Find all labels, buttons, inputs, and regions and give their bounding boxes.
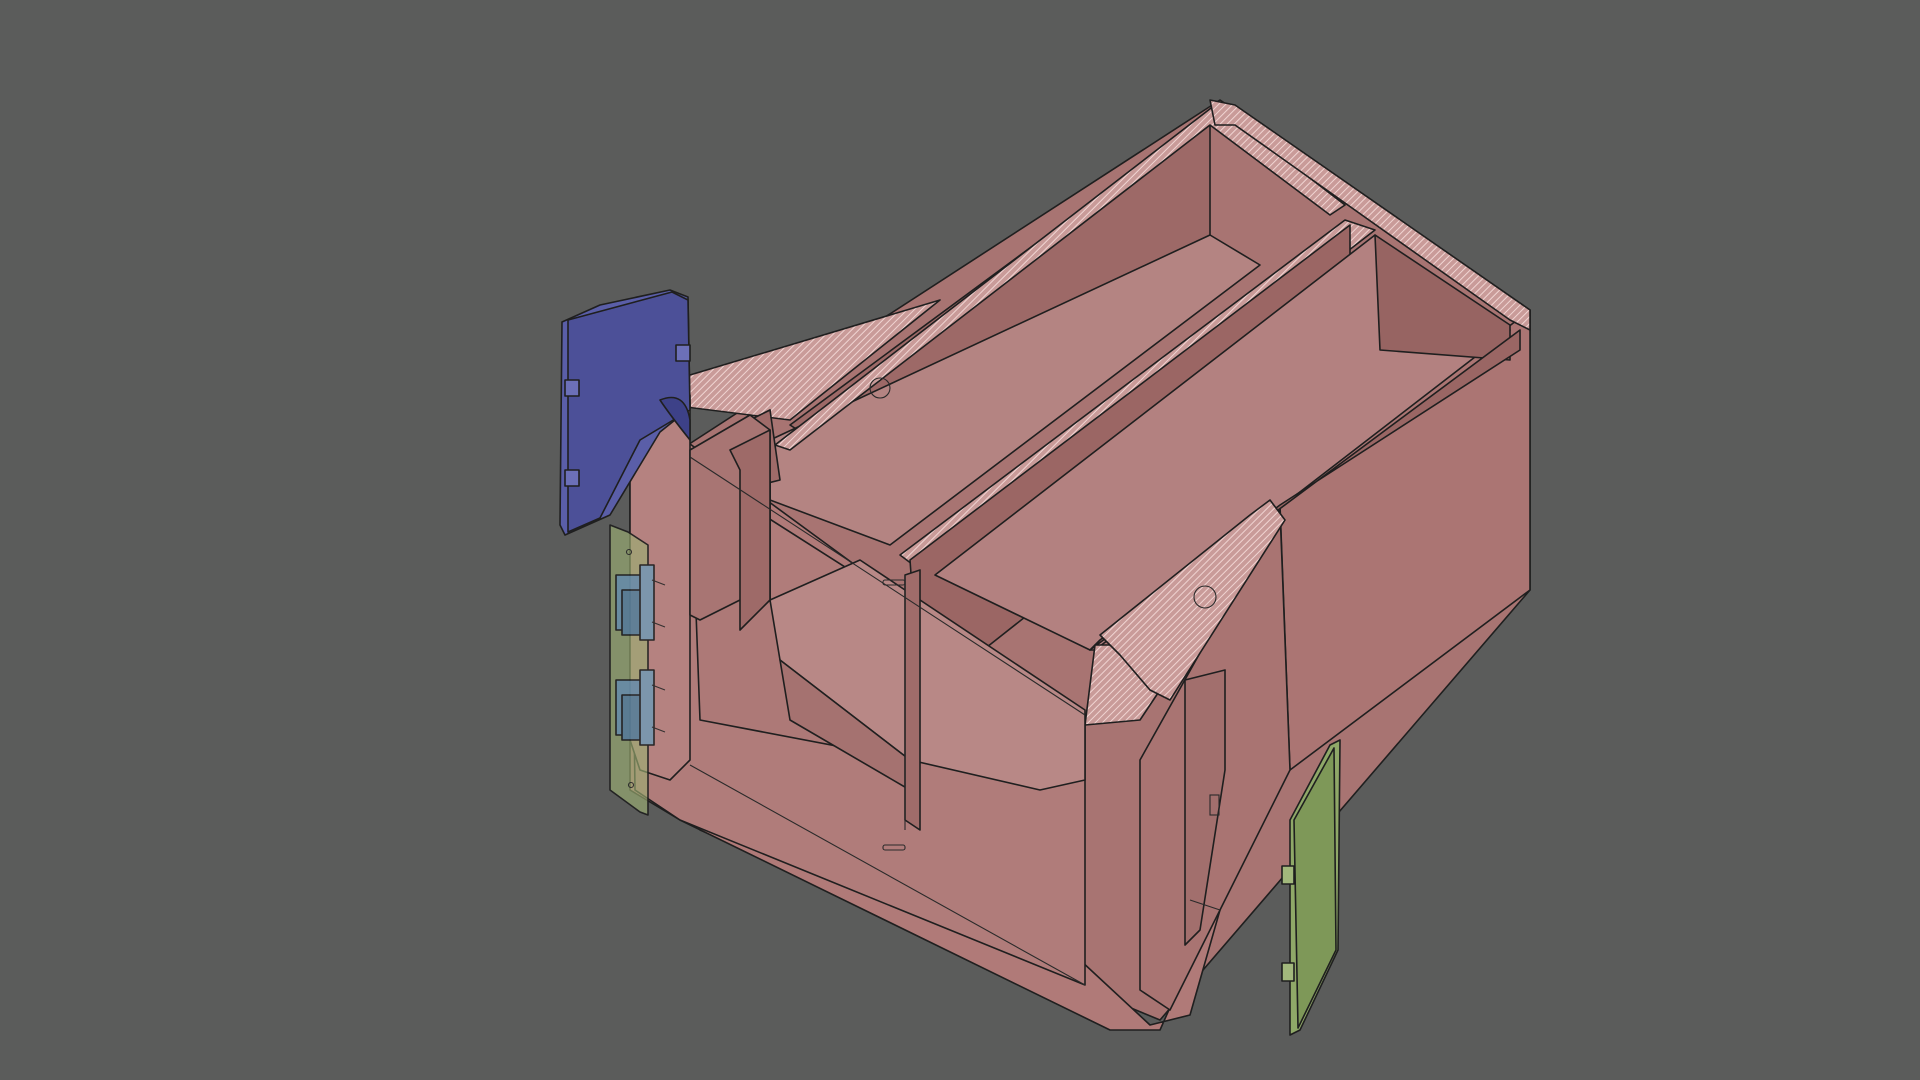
plate-tab-3 [675,344,691,362]
plate-tab-a [1281,865,1295,885]
plate-tab-2 [564,469,580,487]
plate-tab-1 [564,379,580,397]
3d-viewport[interactable] [0,0,1920,1080]
enclosure-body[interactable] [629,99,1531,1031]
model-canvas[interactable] [0,0,1920,1080]
plate-tab-b [1281,962,1295,982]
